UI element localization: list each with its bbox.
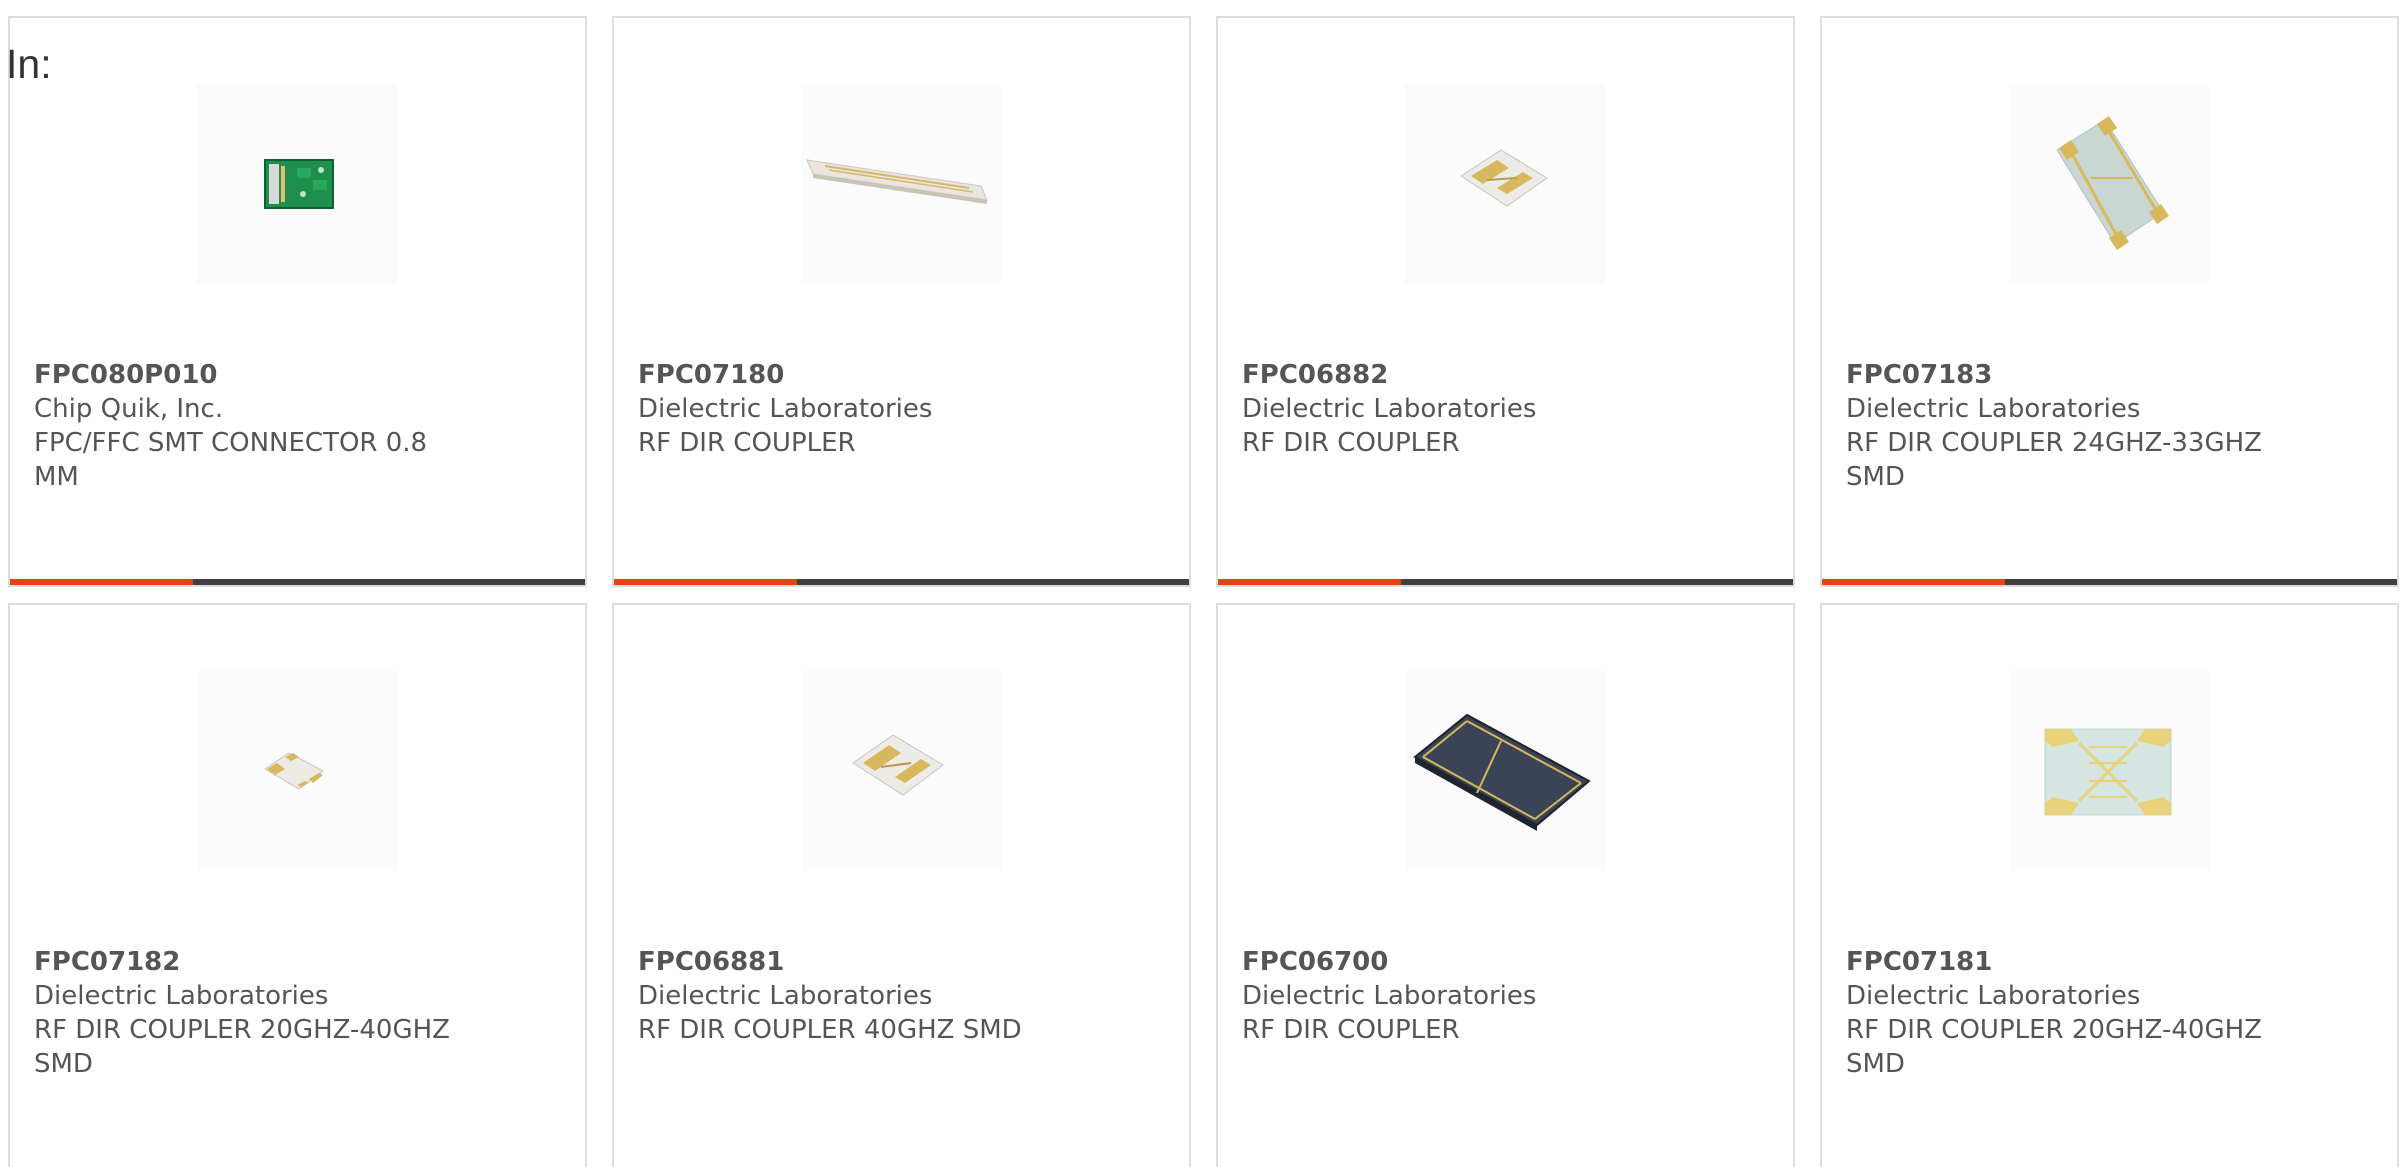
- small-gold-coupler-icon: [852, 734, 944, 796]
- long-ceramic-coupler-icon: [806, 159, 988, 204]
- progress-bar-fill: [614, 579, 798, 585]
- progress-bar-fill: [1822, 579, 2006, 585]
- part-number[interactable]: FPC06700: [1242, 945, 1672, 979]
- manufacturer: Dielectric Laboratories: [1242, 981, 1537, 1011]
- manufacturer: Dielectric Laboratories: [1846, 981, 2141, 1011]
- description: FPC/FFC SMT CONNECTOR 0.8 MM: [34, 428, 428, 492]
- part-number[interactable]: FPC06881: [638, 945, 1068, 979]
- product-grid-page: In: FPC080P010 Chip Quik, Inc. FPC/FFC S…: [0, 0, 2400, 1167]
- part-number[interactable]: FPC07181: [1846, 945, 2276, 979]
- product-card[interactable]: FPC080P010 Chip Quik, Inc. FPC/FFC SMT C…: [8, 16, 587, 587]
- product-info: FPC06882 Dielectric Laboratories RF DIR …: [1242, 358, 1672, 460]
- description: RF DIR COUPLER: [1242, 428, 1460, 458]
- product-image[interactable]: [801, 671, 1001, 871]
- manufacturer: Dielectric Laboratories: [638, 981, 933, 1011]
- description: RF DIR COUPLER: [1242, 1015, 1460, 1045]
- tiny-gold-coupler-icon: [264, 752, 324, 790]
- progress-bar: [1822, 579, 2397, 585]
- manufacturer: Dielectric Laboratories: [1242, 394, 1537, 424]
- product-image[interactable]: [197, 671, 397, 871]
- tilted-gold-frame-coupler-icon: [2056, 116, 2169, 250]
- product-card[interactable]: FPC07180 Dielectric Laboratories RF DIR …: [612, 16, 1191, 587]
- product-image[interactable]: [2009, 671, 2209, 871]
- part-number[interactable]: FPC080P010: [34, 358, 464, 392]
- product-card[interactable]: FPC07183 Dielectric Laboratories RF DIR …: [1820, 16, 2399, 587]
- description: RF DIR COUPLER 20GHZ-40GHZ SMD: [34, 1015, 450, 1079]
- product-info: FPC07183 Dielectric Laboratories RF DIR …: [1846, 358, 2276, 494]
- description: RF DIR COUPLER 20GHZ-40GHZ SMD: [1846, 1015, 2262, 1079]
- part-number[interactable]: FPC07180: [638, 358, 1068, 392]
- product-info: FPC06881 Dielectric Laboratories RF DIR …: [638, 945, 1068, 1047]
- progress-bar: [614, 579, 1189, 585]
- green-connector-board-icon: [264, 159, 334, 209]
- part-number[interactable]: FPC07183: [1846, 358, 2276, 392]
- product-card[interactable]: FPC06881 Dielectric Laboratories RF DIR …: [612, 603, 1191, 1167]
- part-number[interactable]: FPC06882: [1242, 358, 1672, 392]
- product-card[interactable]: FPC07182 Dielectric Laboratories RF DIR …: [8, 603, 587, 1167]
- product-card[interactable]: FPC07181 Dielectric Laboratories RF DIR …: [1820, 603, 2399, 1167]
- description: RF DIR COUPLER 40GHZ SMD: [638, 1015, 1022, 1045]
- manufacturer: Dielectric Laboratories: [638, 394, 933, 424]
- manufacturer: Dielectric Laboratories: [1846, 394, 2141, 424]
- progress-bar: [1218, 579, 1793, 585]
- product-image[interactable]: [801, 84, 1001, 284]
- product-card[interactable]: FPC06882 Dielectric Laboratories RF DIR …: [1216, 16, 1795, 587]
- product-info: FPC06700 Dielectric Laboratories RF DIR …: [1242, 945, 1672, 1047]
- progress-bar-fill: [1218, 579, 1402, 585]
- part-number[interactable]: FPC07182: [34, 945, 464, 979]
- product-image[interactable]: [197, 84, 397, 284]
- product-info: FPC07181 Dielectric Laboratories RF DIR …: [1846, 945, 2276, 1081]
- flat-gold-pad-coupler-icon: [2044, 728, 2172, 816]
- manufacturer: Chip Quik, Inc.: [34, 394, 224, 424]
- product-info: FPC07182 Dielectric Laboratories RF DIR …: [34, 945, 464, 1081]
- description: RF DIR COUPLER: [638, 428, 856, 458]
- product-image[interactable]: [1405, 84, 1605, 284]
- product-grid: FPC080P010 Chip Quik, Inc. FPC/FFC SMT C…: [8, 16, 2399, 1167]
- product-info: FPC080P010 Chip Quik, Inc. FPC/FFC SMT C…: [34, 358, 464, 494]
- product-image[interactable]: [1405, 671, 1605, 871]
- product-image[interactable]: [2009, 84, 2209, 284]
- description: RF DIR COUPLER 24GHZ-33GHZ SMD: [1846, 428, 2262, 492]
- dark-blue-coupler-icon: [1413, 713, 1591, 831]
- manufacturer: Dielectric Laboratories: [34, 981, 329, 1011]
- small-gold-coupler-icon: [1460, 149, 1548, 207]
- progress-bar: [10, 579, 585, 585]
- product-info: FPC07180 Dielectric Laboratories RF DIR …: [638, 358, 1068, 460]
- product-card[interactable]: FPC06700 Dielectric Laboratories RF DIR …: [1216, 603, 1795, 1167]
- in-label: In:: [6, 41, 52, 87]
- progress-bar-fill: [10, 579, 194, 585]
